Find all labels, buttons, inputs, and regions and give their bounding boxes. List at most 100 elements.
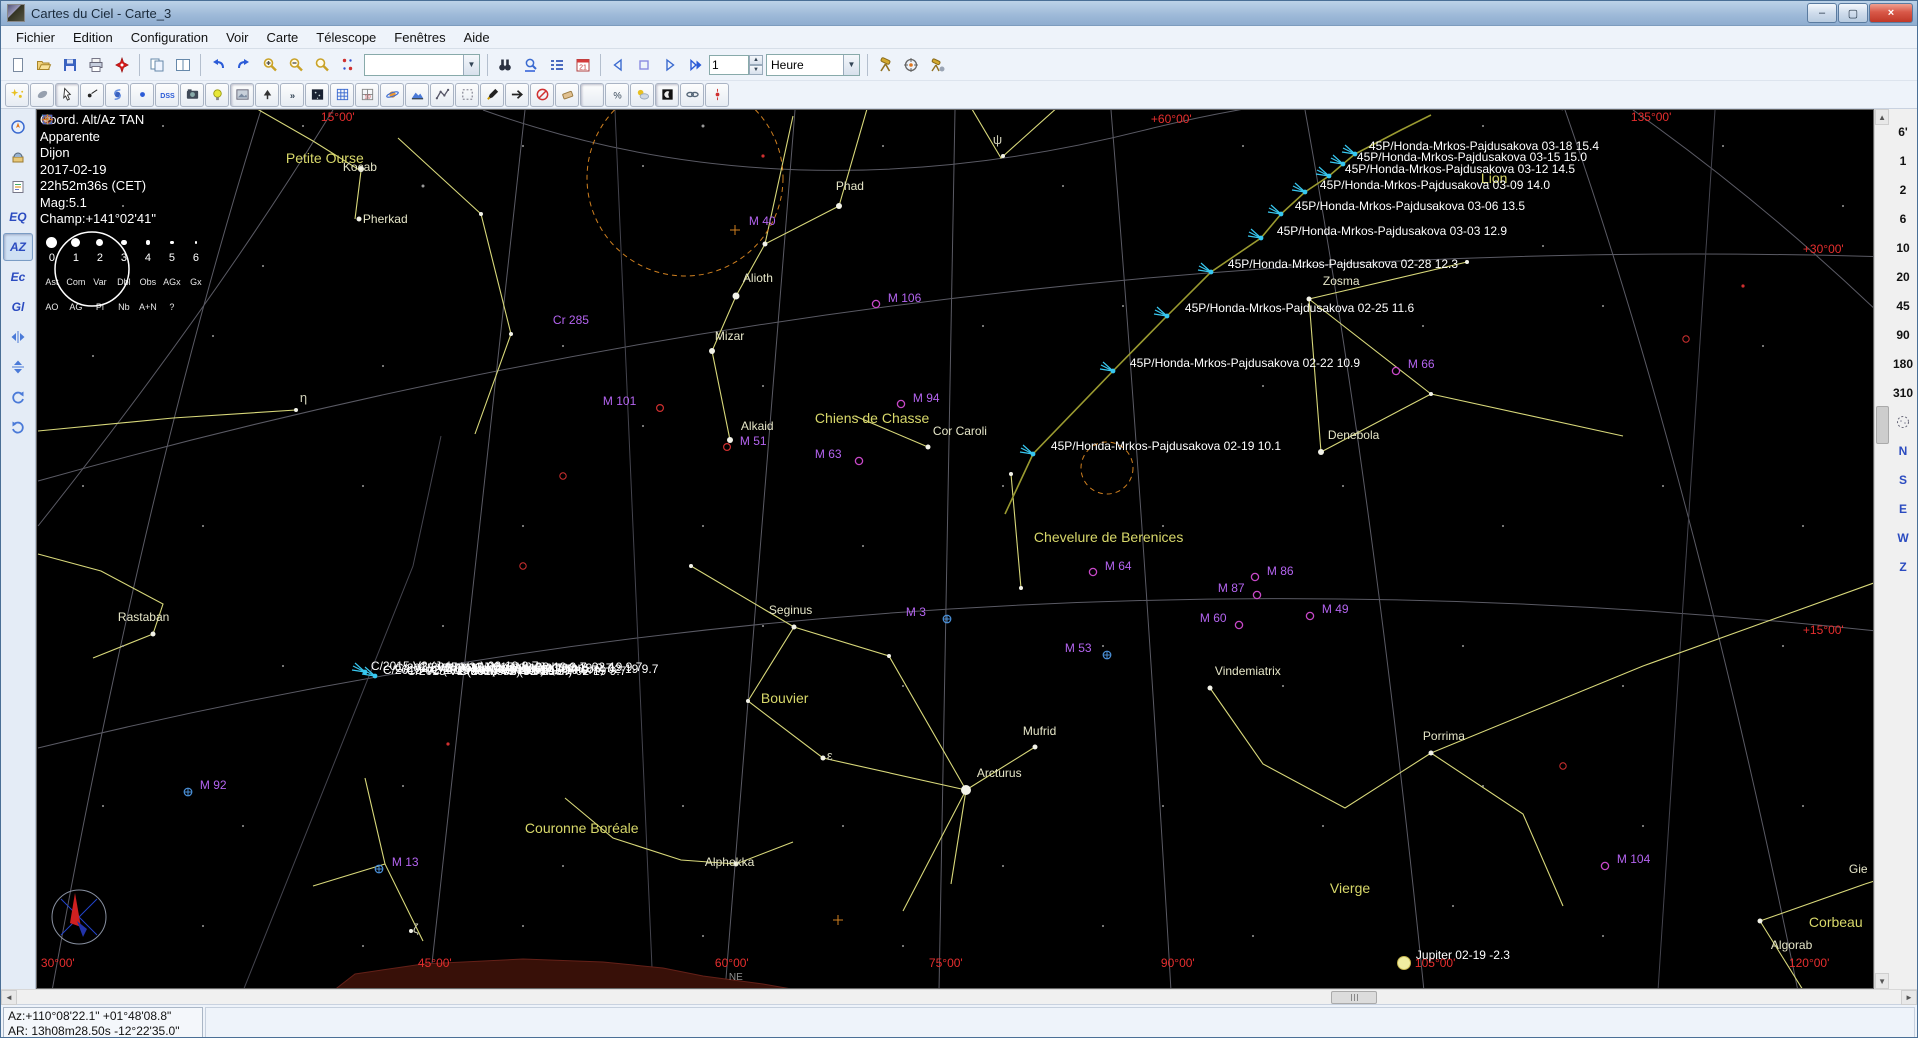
planet-display-button[interactable] [380, 83, 404, 107]
title-bar[interactable]: Cartes du Ciel - Carte_3 – ▢ × [1, 1, 1917, 26]
center-mark-button[interactable] [705, 83, 729, 107]
chart-notes-button[interactable] [3, 173, 33, 201]
direction-button[interactable]: S [1889, 465, 1917, 494]
observatory-button[interactable] [3, 143, 33, 171]
save-chart-button[interactable] [57, 52, 83, 78]
flip-horizontal-button[interactable] [3, 323, 33, 351]
scroll-down-arrow[interactable]: ▼ [1875, 973, 1889, 989]
field-circle-button[interactable] [1889, 407, 1917, 436]
telescope-goto-button[interactable] [898, 52, 924, 78]
horizontal-scrollbar[interactable]: ◄ ► [1, 989, 1917, 1004]
select-cursor-button[interactable] [55, 83, 79, 107]
scroll-right-arrow[interactable]: ► [1901, 990, 1917, 1005]
copy-chart-button[interactable] [144, 52, 170, 78]
step-forward-button[interactable] [657, 52, 683, 78]
star-names-button[interactable] [80, 83, 104, 107]
undo-button[interactable] [205, 52, 231, 78]
fov-button[interactable]: 2 [1889, 175, 1917, 204]
menu-configuration[interactable]: Configuration [122, 28, 217, 47]
night-mode-button[interactable] [655, 83, 679, 107]
calendar-button[interactable]: 21 [570, 52, 596, 78]
open-chart-button[interactable] [31, 52, 57, 78]
altaz-grid-button[interactable]: 10 [355, 83, 379, 107]
camera-frame-button[interactable] [180, 83, 204, 107]
direction-button[interactable]: W [1889, 523, 1917, 552]
fov-button[interactable]: 6 [1889, 204, 1917, 233]
scroll-left-arrow[interactable]: ◄ [1, 990, 17, 1005]
menu-fichier[interactable]: Fichier [7, 28, 64, 47]
object-pen-button[interactable] [480, 83, 504, 107]
fov-button[interactable]: 90 [1889, 320, 1917, 349]
more-options-button[interactable]: » [280, 83, 304, 107]
vertical-scroll-thumb[interactable] [1876, 406, 1889, 444]
galaxy-display-button[interactable] [105, 83, 129, 107]
new-chart-button[interactable] [5, 52, 31, 78]
redo-button[interactable] [231, 52, 257, 78]
direction-button[interactable]: Z [1889, 552, 1917, 581]
time-step-spinner[interactable]: ▲▼ [749, 55, 763, 75]
time-step-unit-combo[interactable]: Heure▼ [766, 54, 860, 76]
magnitude-stars-button[interactable] [5, 83, 29, 107]
zoom-out-button[interactable] [283, 52, 309, 78]
chevron-down-icon[interactable]: ▼ [463, 55, 479, 75]
weather-button[interactable] [630, 83, 654, 107]
eraser-button[interactable] [555, 83, 579, 107]
field-select-combo[interactable]: ▼ [364, 54, 480, 76]
spin-down-icon[interactable]: ▼ [749, 65, 763, 75]
blank-toggle-button[interactable] [580, 83, 604, 107]
chevron-down-icon[interactable]: ▼ [843, 55, 859, 75]
fov-button[interactable]: 6' [1889, 117, 1917, 146]
coordinate-mode-az-button[interactable]: AZ [3, 233, 33, 261]
coordinate-mode-eq-button[interactable]: EQ [3, 203, 33, 231]
coordinate-mode-ec-button[interactable]: Ec [3, 263, 33, 291]
menu-télescope[interactable]: Télescope [307, 28, 385, 47]
no-trail-button[interactable] [530, 83, 554, 107]
horizon-display-button[interactable] [405, 83, 429, 107]
constellation-bounds-button[interactable] [455, 83, 479, 107]
rotate-ccw-button[interactable] [3, 413, 33, 441]
sky-chart[interactable]: 15°00'+60°00'135°00'+30°00'+15°00'30°00'… [36, 109, 1874, 989]
horizontal-scroll-thumb[interactable] [1331, 991, 1377, 1004]
step-back-button[interactable] [605, 52, 631, 78]
fov-button[interactable]: 310 [1889, 378, 1917, 407]
menu-aide[interactable]: Aide [455, 28, 499, 47]
rotate-cw-button[interactable] [3, 383, 33, 411]
background-image-button[interactable] [230, 83, 254, 107]
nebula-ellipse-button[interactable] [30, 83, 54, 107]
fov-button[interactable]: 20 [1889, 262, 1917, 291]
eq-grid-button[interactable] [330, 83, 354, 107]
star-filter-button[interactable] [130, 83, 154, 107]
vertical-scrollbar[interactable]: ▲ ▼ [1874, 109, 1889, 989]
fov-button[interactable]: 180 [1889, 349, 1917, 378]
link-charts-button[interactable] [680, 83, 704, 107]
menu-voir[interactable]: Voir [217, 28, 257, 47]
fov-button[interactable]: 45 [1889, 291, 1917, 320]
coordinate-mode-gl-button[interactable]: Gl [3, 293, 33, 321]
percent-label-button[interactable]: % [605, 83, 629, 107]
direction-button[interactable]: N [1889, 436, 1917, 465]
dss-image-button[interactable]: DSS [155, 83, 179, 107]
telescope-config-button[interactable] [924, 52, 950, 78]
maximize-button[interactable]: ▢ [1838, 3, 1868, 23]
direction-button[interactable]: E [1889, 494, 1917, 523]
menu-edition[interactable]: Edition [64, 28, 122, 47]
mark-position-button[interactable] [109, 52, 135, 78]
play-forward-button[interactable] [683, 52, 709, 78]
menu-carte[interactable]: Carte [258, 28, 308, 47]
close-button[interactable]: × [1869, 3, 1913, 23]
minimize-button[interactable]: – [1807, 3, 1837, 23]
menu-fenêtres[interactable]: Fenêtres [385, 28, 454, 47]
time-step-value-input[interactable]: 1 [709, 55, 749, 75]
multi-window-button[interactable] [170, 52, 196, 78]
flip-vertical-button[interactable] [3, 353, 33, 381]
pointer-black-button[interactable] [505, 83, 529, 107]
search-binoculars-button[interactable] [492, 52, 518, 78]
night-vision-bulb-button[interactable] [205, 83, 229, 107]
telescope-button[interactable] [872, 52, 898, 78]
constellation-lines-button[interactable] [430, 83, 454, 107]
zoom-default-button[interactable] [309, 52, 335, 78]
zoom-in-button[interactable] [257, 52, 283, 78]
spin-up-icon[interactable]: ▲ [749, 55, 763, 65]
stop-animation-button[interactable] [631, 52, 657, 78]
object-list-button[interactable] [544, 52, 570, 78]
